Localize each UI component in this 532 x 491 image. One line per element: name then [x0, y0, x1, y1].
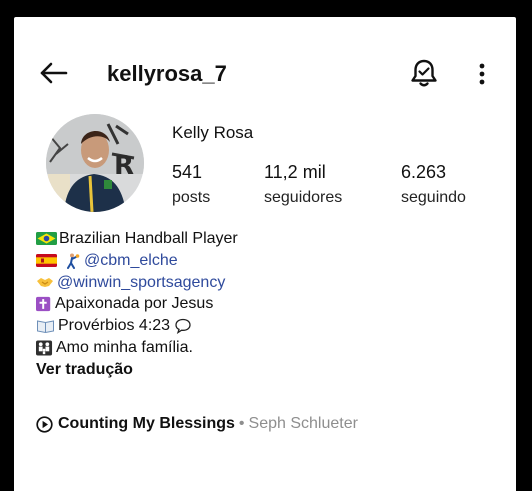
profile-card: kellyrosa_7 R Kelly Rosa 541 posts 11,2 … — [14, 17, 516, 491]
bio-line: Apaixonada por Jesus — [36, 293, 238, 315]
stat-following-value: 6.263 — [401, 162, 447, 182]
bio-line: @winwin_sportsagency — [36, 272, 238, 294]
bio-line: Brazilian Handball Player — [36, 228, 238, 250]
speech-bubble-icon — [175, 318, 191, 335]
bio-text-line5: Provérbios 4:23 — [58, 317, 171, 335]
bio-text-line6: Amo minha família. — [56, 338, 193, 356]
separator-dot: • — [238, 415, 245, 432]
handball-player-icon — [67, 253, 80, 269]
bio-text-line1: Brazilian Handball Player — [59, 230, 238, 247]
stat-posts-value: 541 — [172, 162, 203, 182]
song-artist: Seph Schlueter — [248, 415, 358, 432]
open-book-icon — [37, 320, 54, 334]
play-circle-icon — [36, 415, 53, 433]
stat-posts[interactable]: 541 posts — [172, 162, 210, 207]
username: kellyrosa_7 — [107, 61, 227, 86]
stat-following-label: seguindo — [401, 189, 466, 206]
svg-text:R: R — [114, 151, 134, 181]
latin-cross-icon — [36, 297, 51, 312]
stat-followers-label: seguidores — [264, 189, 343, 206]
bio-line: Provérbios 4:23 — [36, 315, 238, 337]
stat-posts-label: posts — [172, 189, 211, 206]
bio: Brazilian Handball Player @cbm_elche @wi… — [36, 228, 238, 381]
back-arrow-icon[interactable] — [38, 57, 70, 89]
top-bar: kellyrosa_7 — [14, 55, 516, 95]
profile-music[interactable]: Counting My Blessings • Seph Schlueter — [36, 415, 358, 433]
brazil-flag-icon — [36, 232, 57, 246]
more-options-icon[interactable] — [474, 58, 490, 90]
bio-link-agency[interactable]: @winwin_sportsagency — [57, 272, 225, 294]
handshake-icon — [37, 278, 53, 288]
bio-text-line4: Apaixonada por Jesus — [55, 295, 214, 313]
avatar[interactable]: R — [46, 114, 144, 212]
bio-line: @cbm_elche — [36, 250, 238, 272]
notification-bell-icon[interactable] — [409, 57, 439, 89]
profile-photo: R — [46, 114, 144, 212]
bio-line: Amo minha família. — [36, 337, 238, 359]
see-translation-link[interactable]: Ver tradução — [36, 359, 238, 381]
stat-followers[interactable]: 11,2 mil seguidores — [264, 162, 342, 207]
stat-following[interactable]: 6.263 seguindo — [401, 162, 466, 207]
full-name: Kelly Rosa — [172, 123, 254, 142]
stat-followers-value: 11,2 mil — [264, 162, 326, 182]
song-title: Counting My Blessings — [58, 415, 235, 432]
family-icon — [36, 340, 53, 356]
bio-link-club[interactable]: @cbm_elche — [84, 250, 178, 272]
spain-flag-icon — [36, 254, 57, 268]
